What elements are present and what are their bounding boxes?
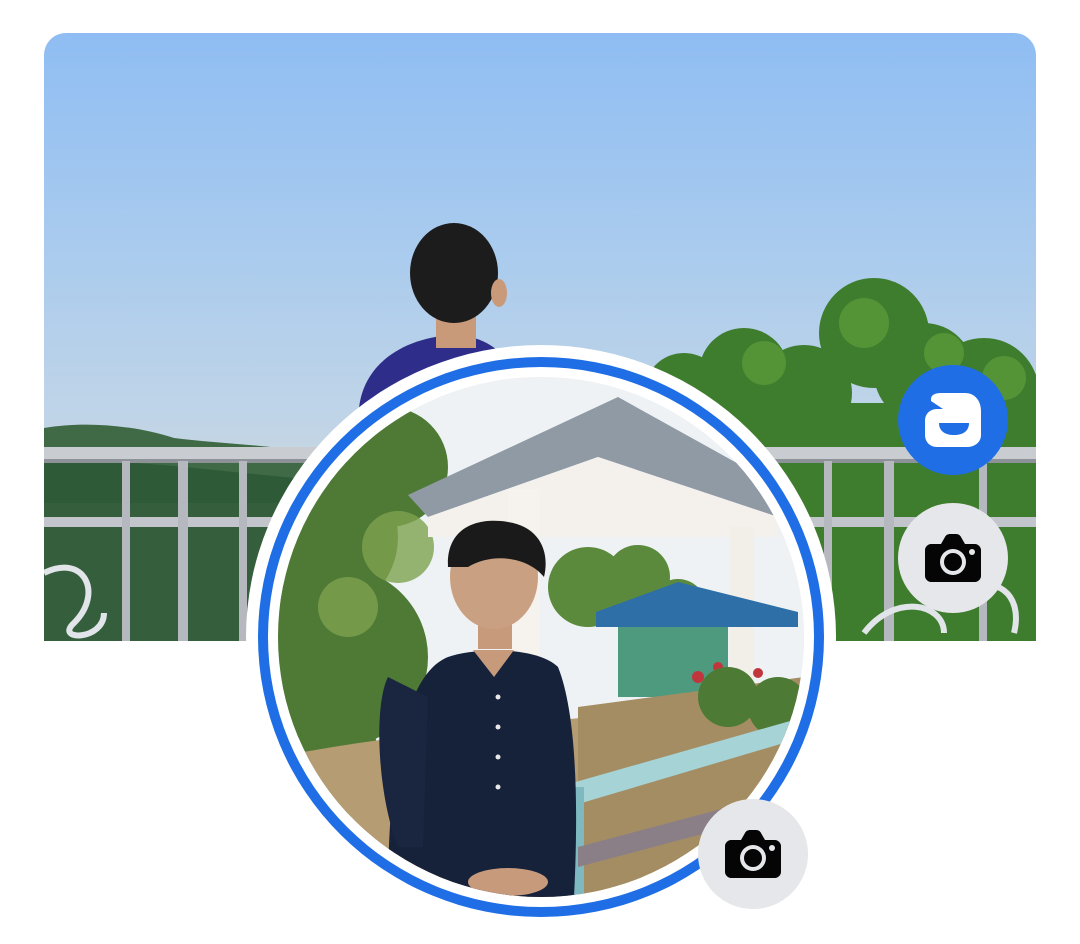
camera-icon bbox=[725, 830, 781, 878]
edit-cover-photo-button[interactable] bbox=[898, 503, 1008, 613]
profile-header bbox=[0, 0, 1080, 944]
edit-profile-picture-button[interactable] bbox=[698, 799, 808, 909]
avatar-icon bbox=[923, 393, 983, 447]
camera-icon bbox=[925, 534, 981, 582]
avatar-button[interactable] bbox=[898, 365, 1008, 475]
